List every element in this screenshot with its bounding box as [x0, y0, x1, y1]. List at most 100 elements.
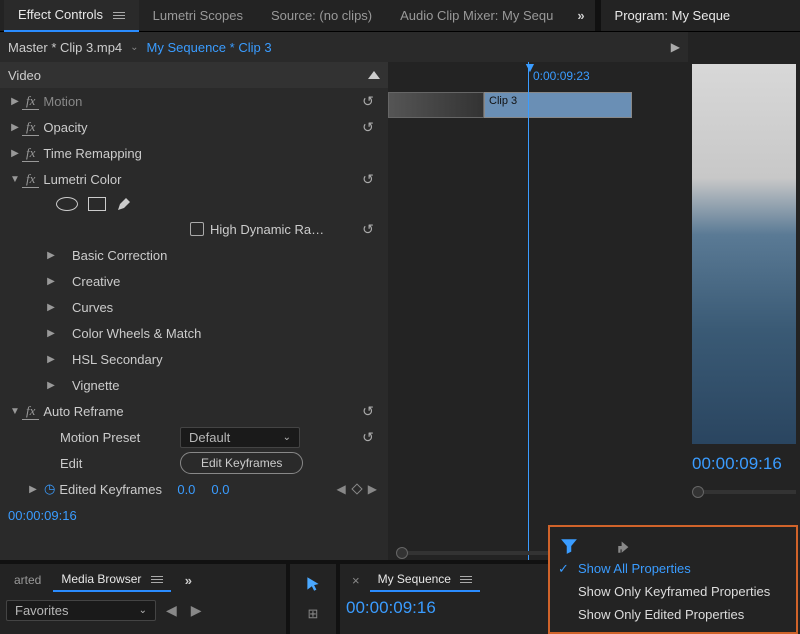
tool-icon[interactable]: ⊞: [308, 606, 319, 622]
breadcrumb-master[interactable]: Master * Clip 3.mp4: [8, 40, 122, 55]
hdr-label: High Dynamic Ra…: [210, 222, 356, 237]
close-tab-icon[interactable]: ×: [346, 573, 366, 588]
disclosure-icon[interactable]: [44, 354, 58, 365]
panel-menu-icon[interactable]: [151, 576, 163, 583]
favorites-dropdown[interactable]: Favorites ⌄: [6, 600, 156, 621]
share-icon[interactable]: [616, 537, 634, 553]
prop-label: Curves: [72, 300, 380, 315]
mask-tools: [0, 192, 388, 216]
selection-tool-icon[interactable]: [301, 572, 325, 596]
reset-icon[interactable]: ↺: [356, 93, 380, 110]
kf-value-1[interactable]: 0.0: [169, 482, 203, 497]
tab-media-browser[interactable]: Media Browser: [53, 568, 170, 592]
disclosure-icon[interactable]: [44, 276, 58, 287]
ellipse-mask-icon[interactable]: [56, 197, 78, 211]
kf-next-icon[interactable]: ▶: [365, 482, 380, 496]
disclosure-icon[interactable]: [44, 380, 58, 391]
hdr-checkbox-row: High Dynamic Ra… ↺: [0, 216, 388, 242]
prop-creative[interactable]: Creative: [0, 268, 388, 294]
prop-label: Basic Correction: [72, 248, 380, 263]
fx-badge-icon[interactable]: fx: [22, 119, 39, 136]
motion-preset-dropdown[interactable]: Default ⌄: [180, 427, 300, 448]
scroll-handle[interactable]: [692, 486, 704, 498]
fx-badge-icon[interactable]: fx: [22, 403, 39, 420]
prop-label: Vignette: [72, 378, 380, 393]
nav-back-icon[interactable]: ◀: [162, 602, 181, 619]
disclosure-icon[interactable]: [44, 250, 58, 261]
ruler-tc: 0:00:09:23: [533, 69, 590, 83]
tabs-overflow[interactable]: »: [175, 573, 202, 588]
disclosure-icon[interactable]: [8, 122, 22, 133]
timeline-ruler[interactable]: ▼ 0:00:09:23: [388, 62, 688, 92]
effect-motion[interactable]: fx Motion ↺: [0, 88, 388, 114]
playhead-line[interactable]: [528, 62, 529, 560]
prop-hsl-secondary[interactable]: HSL Secondary: [0, 346, 388, 372]
fx-badge-icon[interactable]: fx: [22, 171, 39, 188]
collapse-up-icon[interactable]: [368, 71, 380, 79]
fx-badge-icon[interactable]: fx: [22, 93, 39, 110]
timeline-gap: [388, 92, 484, 118]
audio-icon[interactable]: [588, 537, 606, 553]
effect-auto-reframe[interactable]: fx Auto Reframe ↺: [0, 398, 388, 424]
disclosure-icon[interactable]: [44, 328, 58, 339]
prop-label: Creative: [72, 274, 380, 289]
reset-icon[interactable]: ↺: [356, 429, 380, 446]
fx-badge-icon[interactable]: fx: [22, 145, 39, 162]
kf-value-2[interactable]: 0.0: [203, 482, 237, 497]
rectangle-mask-icon[interactable]: [88, 197, 106, 211]
disclosure-icon[interactable]: [8, 148, 22, 159]
effect-opacity[interactable]: fx Opacity ↺: [0, 114, 388, 140]
tab-source[interactable]: Source: (no clips): [257, 0, 386, 31]
menu-show-all[interactable]: ✓ Show All Properties: [550, 557, 796, 580]
scroll-handle-left[interactable]: [396, 547, 408, 559]
pen-mask-icon[interactable]: [116, 196, 132, 212]
disclosure-icon[interactable]: [26, 484, 40, 495]
stopwatch-icon[interactable]: ◷: [40, 481, 59, 497]
checkbox[interactable]: [190, 222, 204, 236]
timeline-clip[interactable]: Clip 3: [484, 92, 632, 118]
tab-lumetri-scopes[interactable]: Lumetri Scopes: [139, 0, 257, 31]
reset-icon[interactable]: ↺: [356, 221, 380, 238]
tab-program[interactable]: Program: My Seque: [601, 0, 745, 31]
timecode-footer[interactable]: 00:00:09:16: [0, 502, 388, 529]
media-browser-panel: arted Media Browser » Favorites ⌄ ◀ ▶: [0, 564, 290, 634]
tabs-overflow[interactable]: »: [567, 8, 594, 23]
edit-keyframes-button[interactable]: Edit Keyframes: [180, 452, 303, 474]
reset-icon[interactable]: ↺: [356, 403, 380, 420]
kf-add-icon[interactable]: [351, 483, 362, 494]
prop-basic-correction[interactable]: Basic Correction: [0, 242, 388, 268]
breadcrumb-sequence[interactable]: My Sequence * Clip 3: [147, 40, 272, 55]
menu-show-edited[interactable]: Show Only Edited Properties: [550, 603, 796, 626]
program-scrollbar[interactable]: [692, 486, 796, 498]
nav-fwd-icon[interactable]: ▶: [187, 602, 206, 619]
effect-timeline[interactable]: ▼ 0:00:09:23 Clip 3: [388, 62, 688, 560]
disclosure-icon[interactable]: [44, 302, 58, 313]
chevron-down-icon: ⌄: [139, 605, 147, 616]
effect-time-remapping[interactable]: fx Time Remapping: [0, 140, 388, 166]
edited-kf-label: Edited Keyframes: [59, 482, 169, 497]
motion-preset-label: Motion Preset: [60, 430, 180, 445]
scroll-track[interactable]: [704, 490, 796, 494]
tab-effect-controls[interactable]: Effect Controls: [4, 0, 139, 32]
tab-my-sequence[interactable]: My Sequence: [370, 568, 481, 592]
prop-color-wheels[interactable]: Color Wheels & Match: [0, 320, 388, 346]
prop-curves[interactable]: Curves: [0, 294, 388, 320]
effect-lumetri-color[interactable]: fx Lumetri Color ↺: [0, 166, 388, 192]
program-preview[interactable]: [692, 64, 796, 444]
disclosure-icon[interactable]: [8, 96, 22, 107]
disclosure-icon[interactable]: [8, 174, 22, 185]
menu-show-keyframed[interactable]: Show Only Keyframed Properties: [550, 580, 796, 603]
chevron-down-icon[interactable]: ⌄: [130, 42, 138, 53]
program-timecode[interactable]: 00:00:09:16: [692, 454, 796, 474]
play-icon[interactable]: ▶: [671, 40, 680, 54]
tab-arted[interactable]: arted: [6, 569, 49, 591]
disclosure-icon[interactable]: [8, 406, 22, 417]
reset-icon[interactable]: ↺: [356, 171, 380, 188]
kf-prev-icon[interactable]: ◀: [334, 482, 349, 496]
tab-audio-mixer[interactable]: Audio Clip Mixer: My Sequ: [386, 0, 567, 31]
prop-vignette[interactable]: Vignette: [0, 372, 388, 398]
panel-menu-icon[interactable]: [460, 576, 472, 583]
filter-icon[interactable]: [560, 537, 578, 553]
reset-icon[interactable]: ↺: [356, 119, 380, 136]
panel-menu-icon[interactable]: [113, 12, 125, 19]
